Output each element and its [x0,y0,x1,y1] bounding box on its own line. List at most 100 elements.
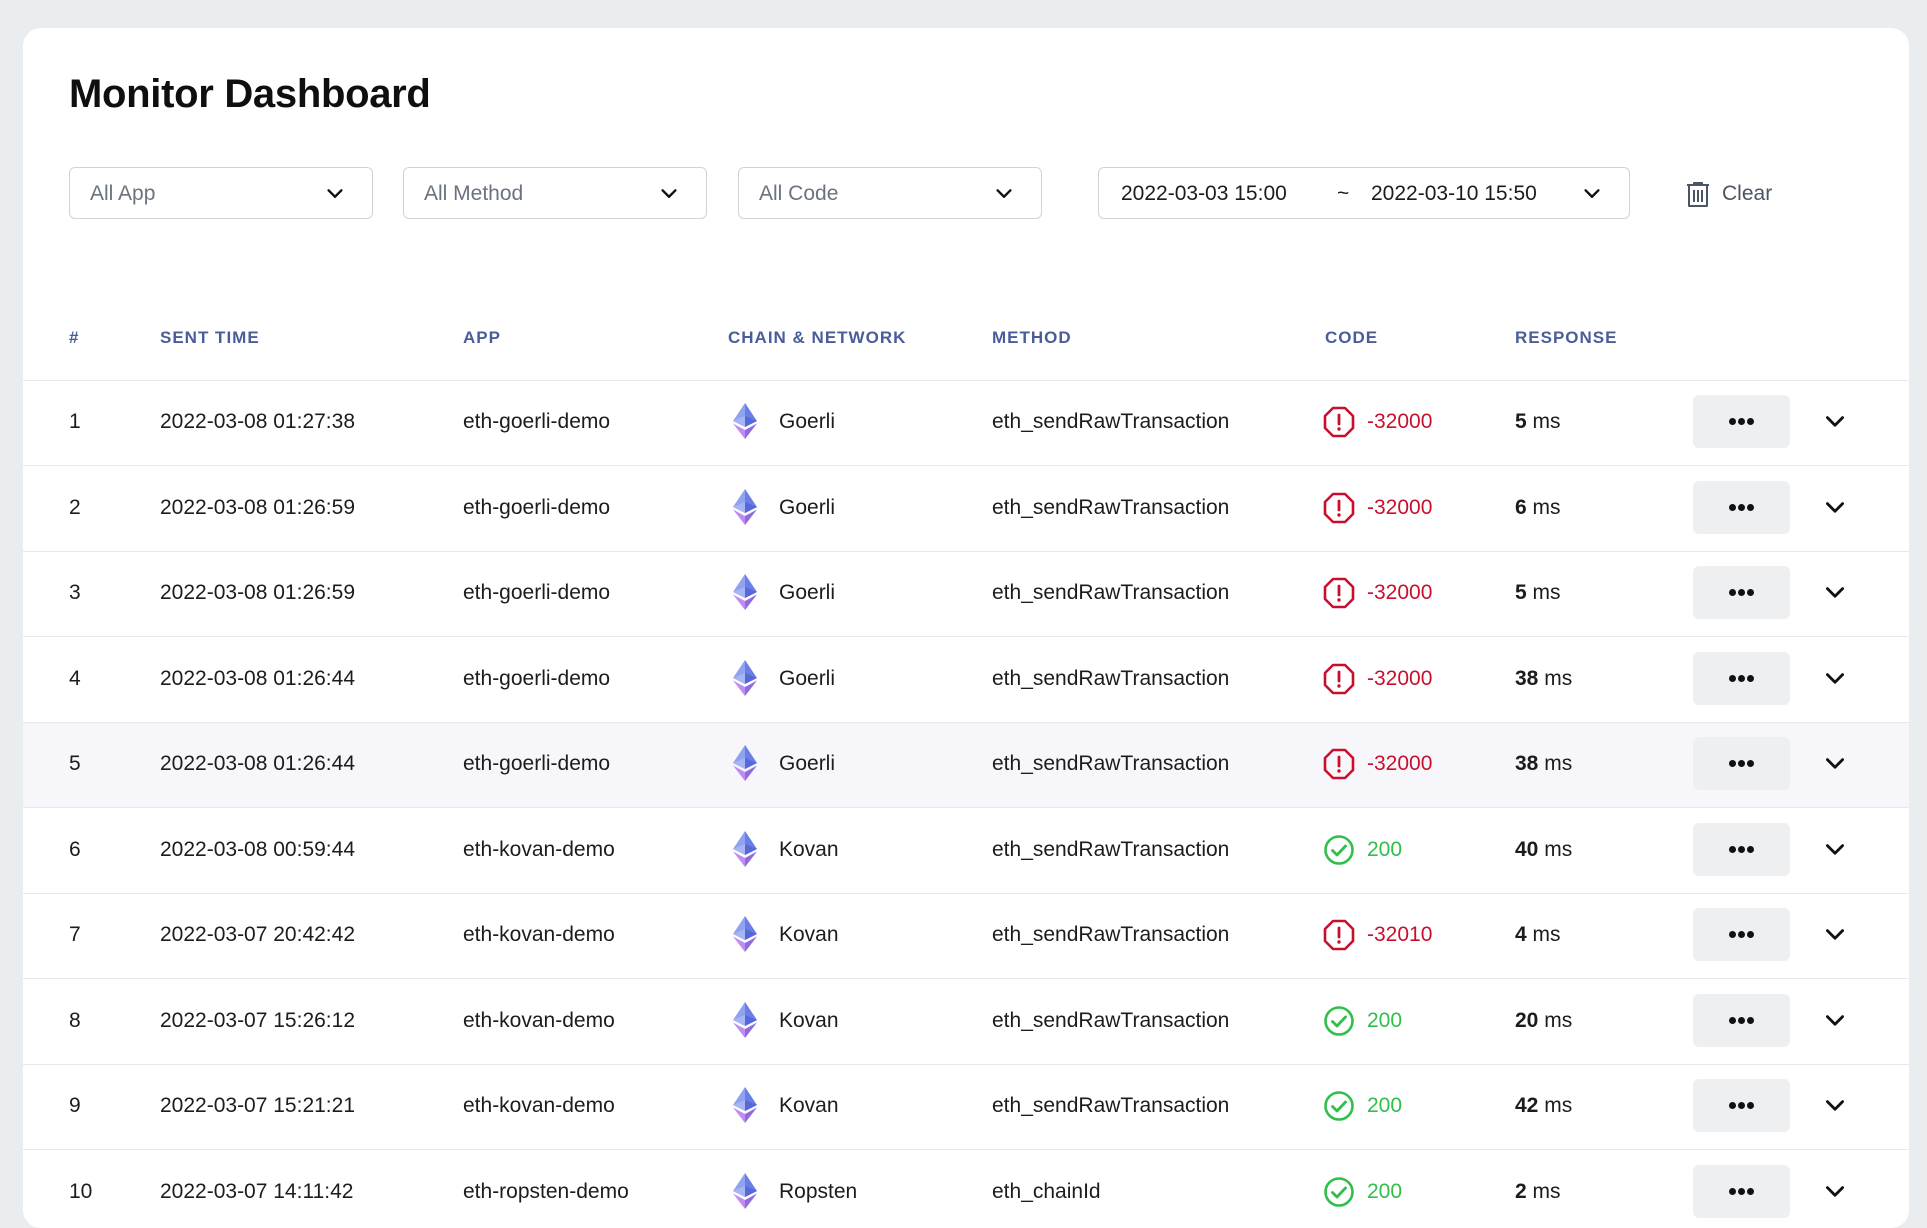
row-app: eth-goerli-demo [463,667,610,691]
date-range-end: 2022-03-10 15:50 [1371,182,1537,206]
row-sent-time: 2022-03-07 15:21:21 [160,1094,355,1118]
more-horizontal-icon [1729,589,1736,596]
more-dot [1747,589,1754,596]
column-header-response[interactable]: RESPONSE [1515,328,1617,348]
more-dot [1738,846,1745,853]
ethereum-icon [733,745,757,781]
more-actions-button[interactable] [1693,481,1790,534]
row-method: eth_sendRawTransaction [992,1094,1229,1118]
row-response: 40 ms [1515,838,1572,862]
chevron-down-icon[interactable] [1822,666,1848,692]
row-network: Goerli [779,581,835,605]
row-response-unit: ms [1533,923,1561,946]
row-number: 9 [69,1094,81,1118]
row-sent-time: 2022-03-07 15:26:12 [160,1009,355,1033]
column-header-app[interactable]: APP [463,328,501,348]
table-row[interactable]: 32022-03-08 01:26:59eth-goerli-demoGoerl… [23,552,1909,637]
check-circle-icon [1323,1176,1355,1208]
row-response: 2 ms [1515,1180,1561,1204]
code-filter-value: All Code [759,182,838,206]
row-number: 7 [69,923,81,947]
table-row[interactable]: 62022-03-08 00:59:44eth-kovan-demoKovane… [23,809,1909,894]
more-actions-button[interactable] [1693,1079,1790,1132]
more-actions-button[interactable] [1693,823,1790,876]
row-network: Kovan [779,1009,839,1033]
row-network: Ropsten [779,1180,857,1204]
row-response-value: 40 [1515,838,1538,861]
row-response: 5 ms [1515,581,1561,605]
table-row[interactable]: 82022-03-07 15:26:12eth-kovan-demoKovane… [23,980,1909,1065]
alert-octagon-icon [1323,663,1355,695]
column-header-sent-time[interactable]: SENT TIME [160,328,260,348]
row-code: -32000 [1367,581,1432,605]
row-number: 4 [69,667,81,691]
chevron-down-icon [1581,183,1603,205]
more-actions-button[interactable] [1693,994,1790,1047]
chevron-down-icon[interactable] [1822,495,1848,521]
chevron-down-icon [993,183,1015,205]
ethereum-icon [733,1173,757,1209]
more-actions-button[interactable] [1693,566,1790,619]
dashboard-card: Monitor Dashboard All App All Method All… [23,28,1909,1228]
row-method: eth_sendRawTransaction [992,752,1229,776]
row-app: eth-ropsten-demo [463,1180,629,1204]
row-method: eth_sendRawTransaction [992,1009,1229,1033]
row-app: eth-goerli-demo [463,752,610,776]
chevron-down-icon[interactable] [1822,1179,1848,1205]
more-dot [1747,1017,1754,1024]
row-method: eth_sendRawTransaction [992,496,1229,520]
code-filter-select[interactable]: All Code [738,167,1042,219]
table-row[interactable]: 42022-03-08 01:26:44eth-goerli-demoGoerl… [23,638,1909,723]
table-row[interactable]: 22022-03-08 01:26:59eth-goerli-demoGoerl… [23,467,1909,552]
ethereum-icon [733,916,757,952]
more-horizontal-icon [1729,504,1736,511]
row-network: Goerli [779,667,835,691]
more-horizontal-icon [1729,1102,1736,1109]
more-actions-button[interactable] [1693,908,1790,961]
chevron-down-icon[interactable] [1822,751,1848,777]
chevron-down-icon[interactable] [1822,409,1848,435]
table-row[interactable]: 52022-03-08 01:26:44eth-goerli-demoGoerl… [23,723,1909,808]
date-range-picker[interactable]: 2022-03-03 15:00 ~ 2022-03-10 15:50 [1098,167,1630,219]
more-dot [1747,675,1754,682]
check-circle-icon [1323,1005,1355,1037]
chevron-down-icon[interactable] [1822,580,1848,606]
more-actions-button[interactable] [1693,737,1790,790]
chevron-down-icon[interactable] [1822,1093,1848,1119]
table-row[interactable]: 92022-03-07 15:21:21eth-kovan-demoKovane… [23,1065,1909,1150]
more-dot [1747,931,1754,938]
row-code: 200 [1367,1009,1402,1033]
row-number: 6 [69,838,81,862]
more-horizontal-icon [1729,418,1736,425]
column-header-code[interactable]: CODE [1325,328,1378,348]
ethereum-icon [733,489,757,525]
more-actions-button[interactable] [1693,652,1790,705]
table-row[interactable]: 72022-03-07 20:42:42eth-kovan-demoKovane… [23,894,1909,979]
column-header-method[interactable]: METHOD [992,328,1072,348]
chevron-down-icon[interactable] [1822,922,1848,948]
chevron-down-icon [658,183,680,205]
row-sent-time: 2022-03-08 01:26:59 [160,496,355,520]
method-filter-select[interactable]: All Method [403,167,707,219]
row-app: eth-kovan-demo [463,923,615,947]
row-response-unit: ms [1533,581,1561,604]
alert-octagon-icon [1323,919,1355,951]
date-range-start: 2022-03-03 15:00 [1121,182,1287,206]
app-filter-select[interactable]: All App [69,167,373,219]
row-response-unit: ms [1544,838,1572,861]
column-header-chain-network[interactable]: CHAIN & NETWORK [728,328,906,348]
row-response-unit: ms [1533,1180,1561,1203]
more-dot [1738,675,1745,682]
more-dot [1747,504,1754,511]
row-code: -32010 [1367,923,1432,947]
chevron-down-icon[interactable] [1822,1008,1848,1034]
more-actions-button[interactable] [1693,395,1790,448]
more-dot [1738,760,1745,767]
more-actions-button[interactable] [1693,1165,1790,1218]
row-app: eth-goerli-demo [463,581,610,605]
row-response-unit: ms [1544,752,1572,775]
table-row[interactable]: 12022-03-08 01:27:38eth-goerli-demoGoerl… [23,381,1909,466]
table-row[interactable]: 102022-03-07 14:11:42eth-ropsten-demoRop… [23,1151,1909,1228]
check-circle-icon [1323,834,1355,866]
chevron-down-icon[interactable] [1822,837,1848,863]
